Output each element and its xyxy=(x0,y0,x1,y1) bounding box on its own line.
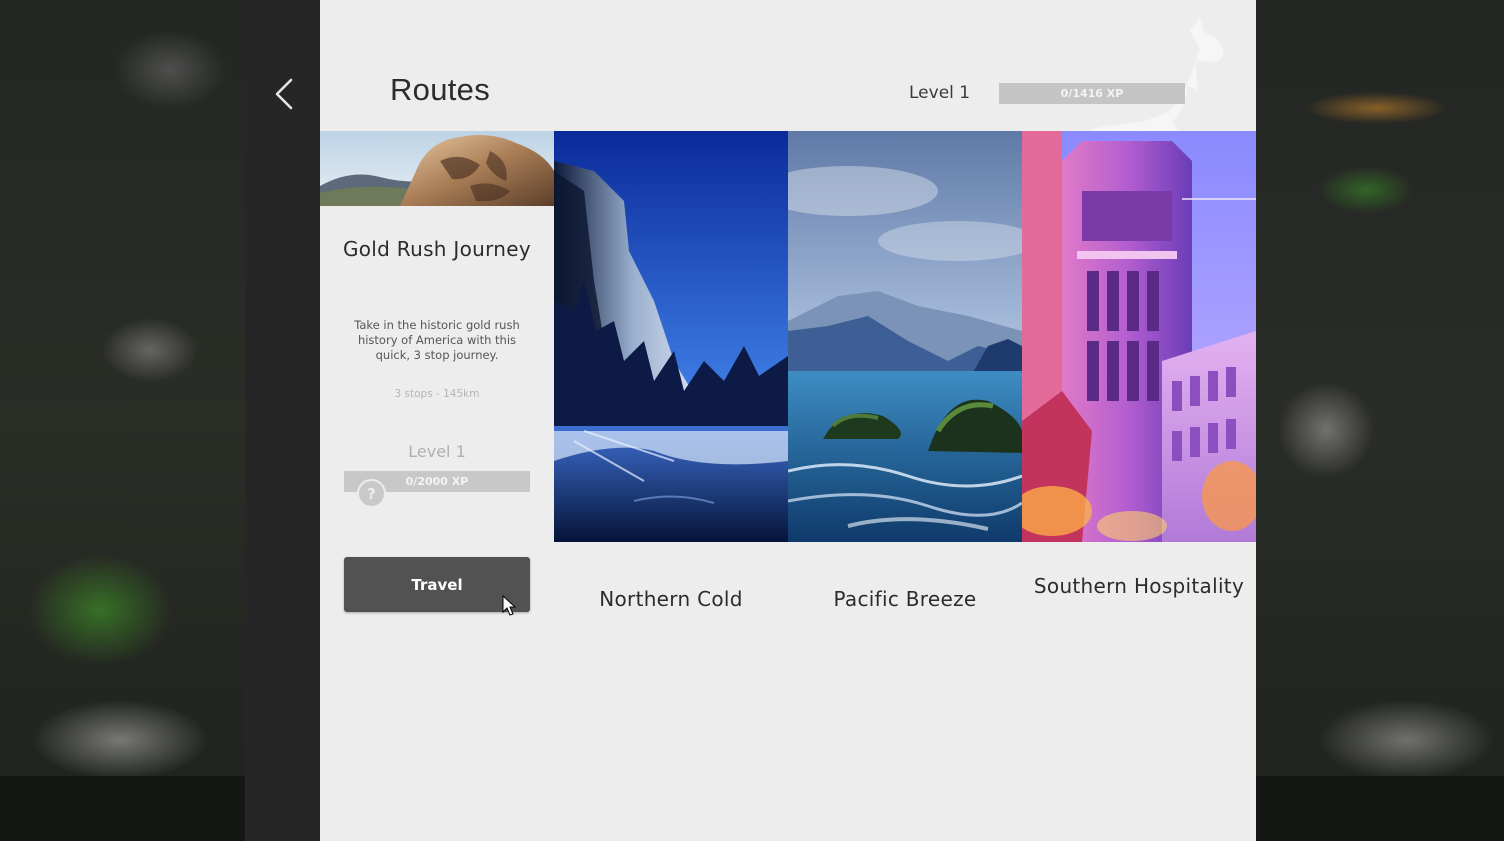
route-stats: 3 stops - 145km xyxy=(394,388,480,400)
player-xp-text: 0/1416 XP xyxy=(1060,87,1124,100)
kangaroo-icon xyxy=(1064,18,1224,146)
back-button[interactable] xyxy=(268,74,300,114)
route-description: Take in the historic gold rush history o… xyxy=(354,318,520,362)
game-background-left xyxy=(0,0,245,841)
question-icon: ? xyxy=(367,484,376,503)
page-title: Routes xyxy=(390,72,491,107)
mouse-cursor-icon xyxy=(502,595,516,616)
game-background-right xyxy=(1256,0,1504,841)
side-strip xyxy=(245,0,320,841)
route-level-label: Level 1 xyxy=(408,442,466,461)
route-name-pacific-breeze: Pacific Breeze xyxy=(833,587,977,611)
route-image-northern-cold xyxy=(554,131,788,542)
player-level-label: Level 1 xyxy=(909,83,971,103)
route-name: Gold Rush Journey xyxy=(342,237,532,261)
player-xp-bar: 0/1416 XP xyxy=(999,83,1185,104)
help-button[interactable]: ? xyxy=(357,479,386,508)
route-banner-image xyxy=(320,131,554,206)
route-name-northern-cold: Northern Cold xyxy=(599,587,743,611)
chevron-left-icon xyxy=(275,78,293,110)
routes-panel: Routes Level 1 0/1416 XP Gold Rush Journ… xyxy=(320,0,1256,841)
route-image-pacific-breeze xyxy=(788,131,1022,542)
route-image-southern-hospitality xyxy=(1022,131,1256,542)
route-name-southern-hospitality: Southern Hospitality xyxy=(1033,574,1245,598)
selected-route-card: Gold Rush Journey Take in the historic g… xyxy=(320,131,554,612)
